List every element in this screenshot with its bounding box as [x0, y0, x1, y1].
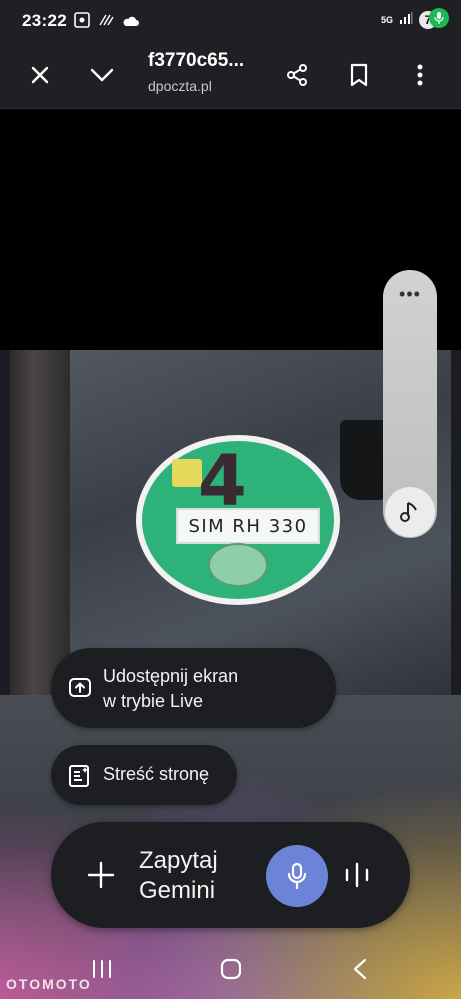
sticker-seal — [208, 543, 268, 587]
summarize-label: Streść stronę — [103, 764, 210, 784]
page-title: f3770c65... — [148, 50, 245, 71]
share-screen-label: Udostępnij ekran w trybie Live — [103, 664, 238, 714]
floating-media-panel[interactable]: ••• — [383, 270, 437, 538]
status-bar: 23:22 5G 7 — [0, 0, 461, 42]
browser-toolbar: f3770c65... dpoczta.pl — [0, 42, 461, 109]
share-button[interactable] — [281, 59, 313, 91]
summarize-page-button[interactable]: Streść stronę — [51, 745, 237, 805]
screenshot-icon — [74, 12, 90, 33]
back-icon — [353, 958, 367, 980]
ask-gemini-line1: Zapytaj — [139, 847, 218, 874]
bookmark-button[interactable] — [343, 59, 375, 91]
ask-gemini-line2: Gemini — [139, 877, 216, 904]
home-icon — [220, 958, 242, 980]
ask-gemini-prompt[interactable]: Zapytaj Gemini — [139, 846, 218, 906]
status-time: 23:22 — [22, 11, 67, 30]
sticker-plate: SIM RH 330 — [176, 508, 320, 544]
audio-wave-icon — [345, 862, 369, 888]
add-button[interactable] — [85, 859, 117, 891]
share-screen-live-button[interactable]: Udostępnij ekran w trybie Live — [51, 648, 336, 728]
home-button[interactable] — [215, 954, 247, 984]
more-options-button[interactable] — [404, 59, 436, 91]
signal-icon — [399, 11, 413, 30]
gemini-input-bar[interactable]: Zapytaj Gemini — [51, 822, 410, 928]
cloud-icon — [122, 14, 140, 32]
nfc-icon — [98, 13, 114, 32]
share-screen-line1: Udostępnij ekran — [103, 666, 239, 686]
share-screen-line2: w trybie Live — [103, 691, 204, 711]
mic-active-icon — [429, 8, 449, 28]
status-icons-right: 5G 7 — [380, 8, 449, 32]
plus-icon — [87, 861, 115, 889]
music-note-icon — [400, 502, 417, 522]
live-mode-button[interactable] — [343, 860, 371, 890]
bookmark-icon — [350, 63, 368, 87]
share-icon — [287, 64, 307, 86]
recents-icon — [93, 960, 111, 978]
notification-badge: 7 — [419, 8, 449, 32]
share-screen-icon — [69, 678, 91, 703]
status-icons-left — [74, 12, 140, 33]
collapse-button[interactable] — [86, 59, 118, 91]
network-type: 5G — [380, 14, 393, 25]
close-icon — [31, 66, 49, 84]
microphone-icon — [287, 862, 307, 890]
summarize-icon — [69, 765, 91, 792]
more-vert-icon — [417, 64, 423, 86]
music-button[interactable] — [385, 487, 435, 537]
page-domain: dpoczta.pl — [148, 78, 212, 94]
window-frame — [10, 350, 70, 695]
watermark-logo: OTOMOTO — [6, 976, 92, 992]
chevron-down-icon — [90, 68, 114, 82]
voice-input-button[interactable] — [266, 845, 328, 907]
back-button[interactable] — [344, 954, 376, 984]
more-horiz-icon[interactable]: ••• — [383, 285, 437, 303]
close-button[interactable] — [24, 59, 56, 91]
